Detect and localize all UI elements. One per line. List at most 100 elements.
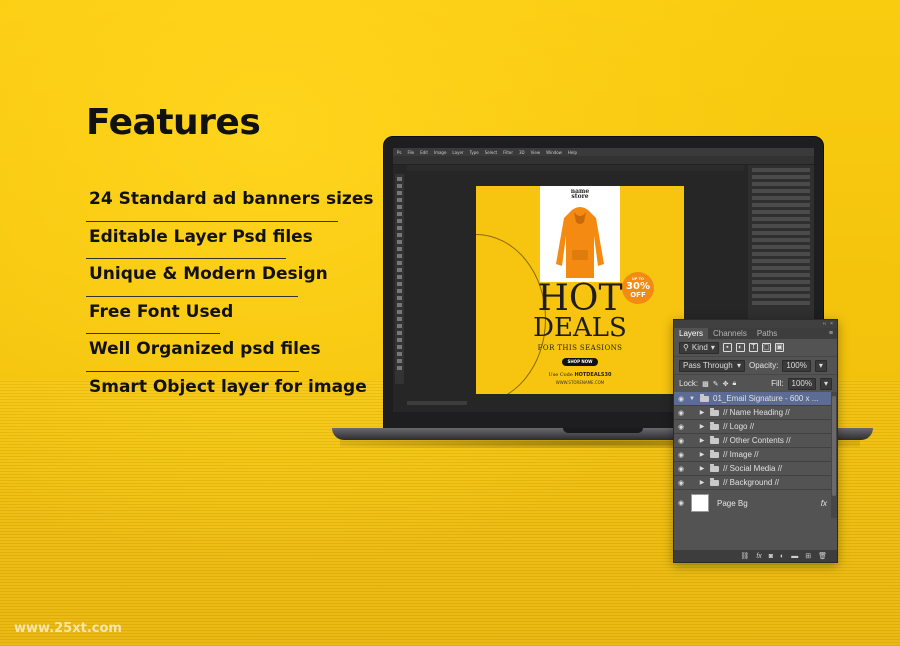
panel-footer: ⛓ fx ◙ ◐ ▬ ⊞ 🗑︎ xyxy=(674,550,837,562)
scrollbar-thumb[interactable] xyxy=(832,396,836,496)
folder-icon xyxy=(710,463,719,472)
eye-icon[interactable]: ◉ xyxy=(674,395,688,403)
eye-icon[interactable]: ◉ xyxy=(674,451,688,459)
ps-toolbar xyxy=(395,174,404,384)
trash-icon[interactable]: 🗑︎ xyxy=(818,552,827,560)
divider xyxy=(86,295,298,297)
eye-icon[interactable]: ◉ xyxy=(674,465,688,473)
fx-icon[interactable]: fx xyxy=(821,499,827,508)
kind-filter[interactable]: ⚲ Kind ▾ xyxy=(679,341,719,354)
layer-name-heading[interactable]: ◉ ▶ // Name Heading // xyxy=(674,406,831,420)
layer-name: // Logo // xyxy=(723,422,755,431)
fill-dropdown-icon[interactable]: ▾ xyxy=(819,377,832,390)
mask-icon[interactable]: ◙ xyxy=(769,553,773,560)
layer-name: // Social Media // xyxy=(723,464,783,473)
expand-arrow-icon[interactable]: ▶ xyxy=(698,451,706,458)
layer-logo[interactable]: ◉ ▶ // Logo // xyxy=(674,420,831,434)
ps-document-tabs xyxy=(407,165,744,171)
eye-icon[interactable]: ◉ xyxy=(674,423,688,431)
opacity-dropdown-icon[interactable]: ▾ xyxy=(814,359,827,372)
layer-social-media[interactable]: ◉ ▶ // Social Media // xyxy=(674,462,831,476)
expand-arrow-icon[interactable]: ▶ xyxy=(698,437,706,444)
tab-layers[interactable]: Layers xyxy=(674,328,709,339)
headline-deals: DEALS xyxy=(533,313,627,343)
layer-image[interactable]: ◉ ▶ // Image // xyxy=(674,448,831,462)
adjustment-icon[interactable]: ◐ xyxy=(780,553,784,560)
panel-titlebar: ‹‹ × xyxy=(674,320,837,328)
opacity-label: Opacity: xyxy=(749,361,779,370)
expand-arrow-icon[interactable]: ▶ xyxy=(698,409,706,416)
expand-arrow-icon[interactable]: ▶ xyxy=(698,423,706,430)
smart-object-filter-icon[interactable]: ▣ xyxy=(774,343,784,352)
promo-code: Use Code HOTDEALS30 xyxy=(476,372,684,378)
search-icon: ⚲ xyxy=(683,343,689,352)
ps-status-bar xyxy=(407,401,467,405)
layer-other-contents[interactable]: ◉ ▶ // Other Contents // xyxy=(674,434,831,448)
tab-channels[interactable]: Channels xyxy=(708,328,752,339)
eye-icon[interactable]: ◉ xyxy=(674,499,688,507)
divider xyxy=(86,333,220,335)
subheadline: FOR THIS SEASIONS xyxy=(537,344,623,352)
shape-filter-icon[interactable]: ▢ xyxy=(761,343,771,352)
fill-input[interactable]: 100% xyxy=(787,377,816,390)
close-icon[interactable]: × xyxy=(830,321,833,327)
layer-thumbnail xyxy=(691,494,709,512)
opacity-input[interactable]: 100% xyxy=(782,359,811,372)
adjustment-filter-icon[interactable]: ◐ xyxy=(735,343,745,352)
ad-banner-artboard: name store UP TO 30% OFF HOT DEALS FOR TH… xyxy=(476,186,684,394)
layer-name: // Other Contents // xyxy=(723,436,791,445)
filter-row: ⚲ Kind ▾ ▪ ◐ T ▢ ▣ xyxy=(674,339,837,357)
feature-label: Free Font Used xyxy=(89,301,234,322)
new-layer-icon[interactable]: ⊞ xyxy=(805,552,811,560)
lock-image-icon[interactable]: ✎ xyxy=(713,380,719,388)
lock-position-icon[interactable]: ✥ xyxy=(723,380,729,388)
layers-panel: ‹‹ × Layers Channels Paths ≡ ⚲ Kind ▾ ▪ ◐… xyxy=(673,319,838,563)
tab-paths[interactable]: Paths xyxy=(752,328,782,339)
lock-label: Lock: xyxy=(679,379,699,388)
folder-icon xyxy=(710,449,719,458)
laptop-notch xyxy=(563,428,643,433)
panel-tabs: Layers Channels Paths ≡ xyxy=(674,328,837,339)
code-prefix: Use Code xyxy=(548,372,573,378)
brand-line-2: store xyxy=(571,193,589,200)
layer-group-email-signature[interactable]: ◉ ▼ 01_Email Signature - 600 x ... xyxy=(674,392,831,406)
type-filter-icon[interactable]: T xyxy=(748,343,758,352)
blend-mode-value: Pass Through xyxy=(683,361,733,370)
layer-page-bg[interactable]: ◉ Page Bg fx xyxy=(674,490,831,516)
expand-arrow-icon[interactable]: ▶ xyxy=(698,479,706,486)
shop-now-button: SHOP NOW xyxy=(562,358,598,366)
blend-mode-select[interactable]: Pass Through ▾ xyxy=(679,359,745,372)
ps-options-bar xyxy=(393,156,814,165)
pixel-filter-icon[interactable]: ▪ xyxy=(722,343,732,352)
folder-icon xyxy=(710,435,719,444)
eye-icon[interactable]: ◉ xyxy=(674,409,688,417)
watermark: www.25xt.com xyxy=(14,621,122,636)
fx-icon[interactable]: fx xyxy=(756,553,761,560)
lock-all-icon[interactable]: 🔒︎ xyxy=(733,380,737,388)
link-icon[interactable]: ⛓ xyxy=(740,552,749,560)
layer-name: // Name Heading // xyxy=(723,408,790,417)
code-value: HOTDEALS30 xyxy=(574,372,612,378)
expand-arrow-icon[interactable]: ▶ xyxy=(698,465,706,472)
layer-list: ◉ ▼ 01_Email Signature - 600 x ... ◉ ▶ /… xyxy=(674,392,831,518)
blend-row: Pass Through ▾ Opacity: 100% ▾ xyxy=(674,357,837,375)
layer-background[interactable]: ◉ ▶ // Background // xyxy=(674,476,831,490)
website: WWW.STORENAME.COM xyxy=(555,380,605,385)
collapse-icon[interactable]: ‹‹ xyxy=(823,321,826,327)
layer-scrollbar[interactable] xyxy=(831,392,837,518)
expand-arrow-icon[interactable]: ▼ xyxy=(688,396,696,402)
eye-icon[interactable]: ◉ xyxy=(674,437,688,445)
hoodie-image xyxy=(556,207,604,278)
layer-name: // Background // xyxy=(723,478,780,487)
panel-menu-icon[interactable]: ≡ xyxy=(829,330,837,337)
eye-icon[interactable]: ◉ xyxy=(674,479,688,487)
lock-transparent-icon[interactable]: ▩ xyxy=(702,380,709,388)
layer-name: Page Bg xyxy=(717,498,748,508)
page-title: Features xyxy=(86,102,261,143)
new-group-icon[interactable]: ▬ xyxy=(791,553,798,560)
headline-hot: HOT xyxy=(537,278,623,319)
folder-icon xyxy=(710,477,719,486)
folder-icon xyxy=(700,393,709,402)
folder-icon xyxy=(710,421,719,430)
folder-icon xyxy=(710,407,719,416)
